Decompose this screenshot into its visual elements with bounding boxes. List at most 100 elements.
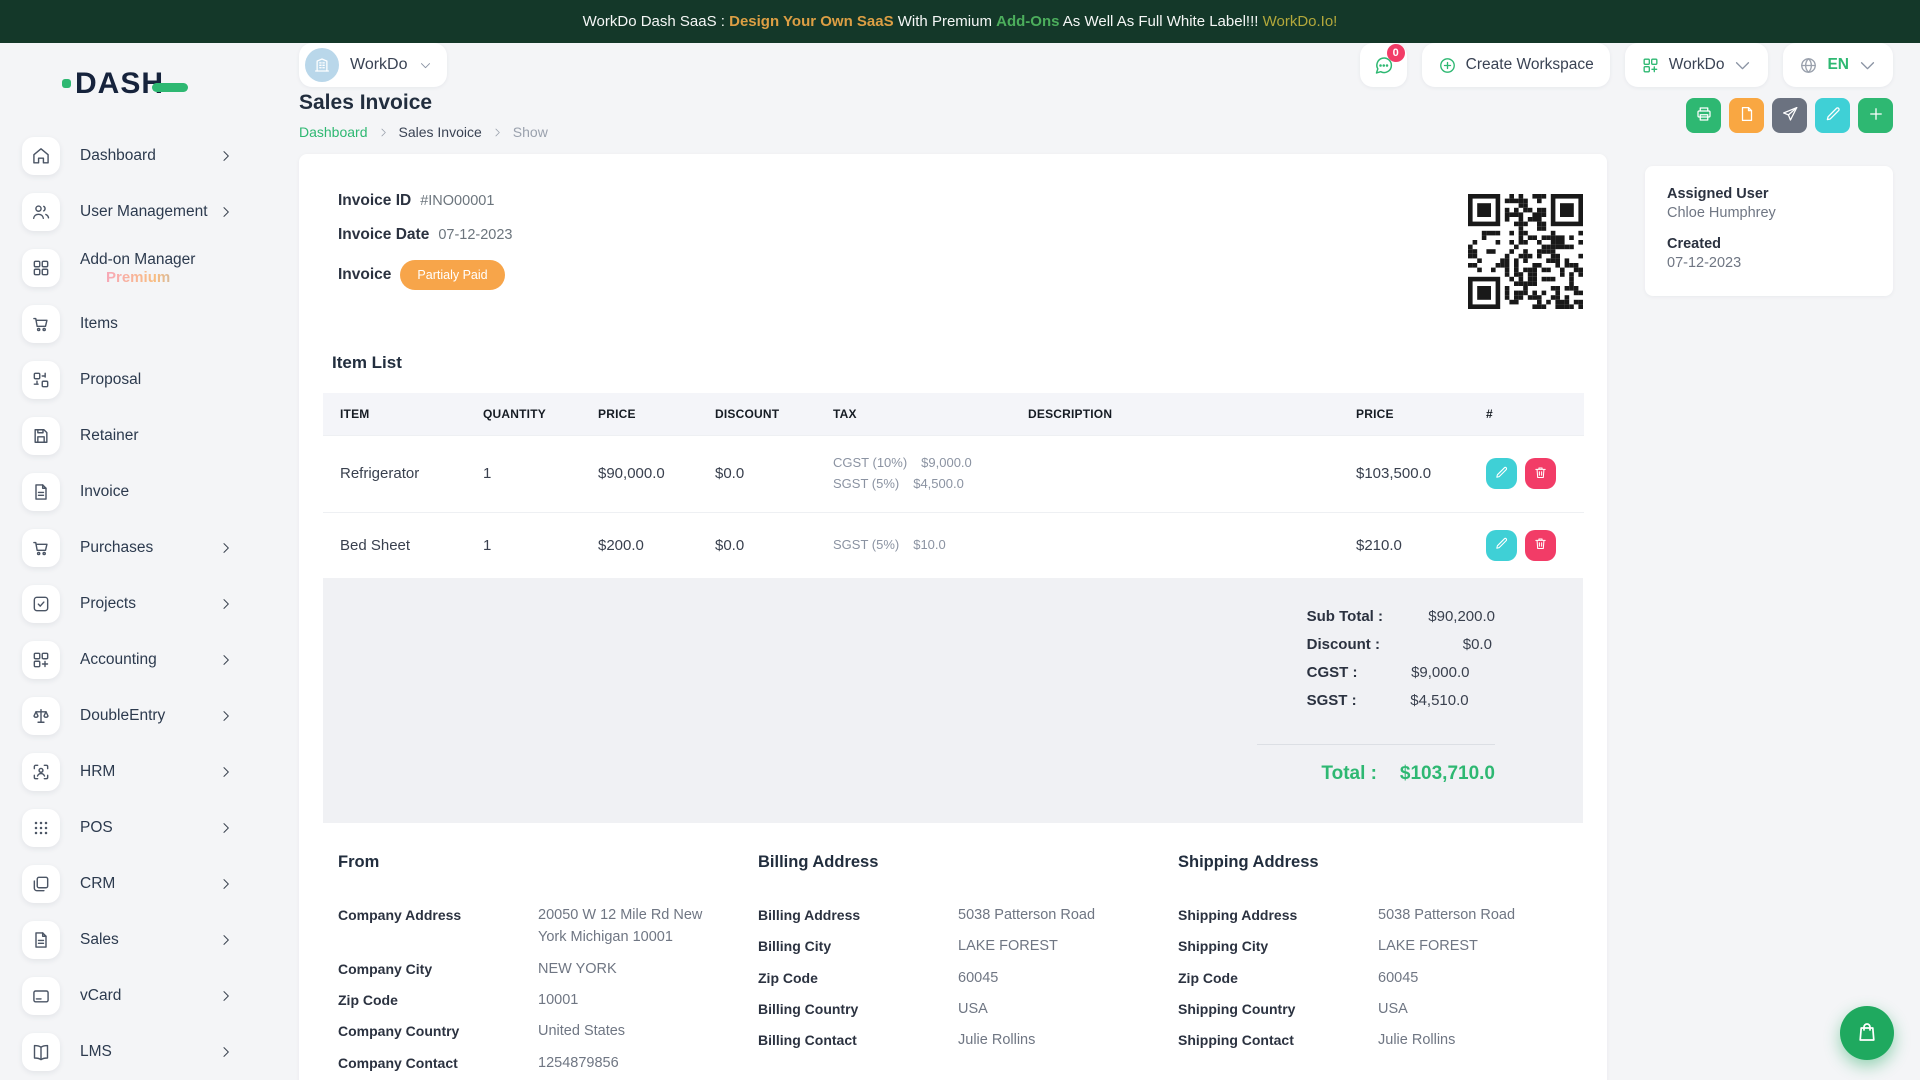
breadcrumb-item-sales-invoice[interactable]: Sales Invoice [399, 124, 482, 140]
address-row: Company Contact1254879856 [338, 1052, 728, 1074]
address-row: Company Address20050 W 12 Mile Rd New Yo… [338, 904, 728, 949]
topbar: WorkDo 0 Create Workspace WorkDo [299, 43, 1893, 87]
sidebar-item-label: POS [80, 819, 113, 837]
language-label: EN [1827, 56, 1849, 74]
send-button[interactable] [1772, 98, 1807, 133]
totals-row-discount: Discount :$0.0 [1307, 636, 1495, 653]
sidebar-item-lms[interactable]: LMS [0, 1024, 283, 1080]
created-value: 07-12-2023 [1667, 255, 1871, 271]
column-header-price: PRICE [581, 393, 698, 436]
item-row-bed-sheet: Bed Sheet1$200.0$0.0SGST (5%)$10.0$210.0 [323, 512, 1584, 578]
sidebar-item-hrm[interactable]: HRM [0, 744, 283, 800]
sidebar-item-label: Purchases [80, 539, 153, 557]
column-header-item: ITEM [323, 393, 466, 436]
sidebar-item-doubleentry[interactable]: DoubleEntry [0, 688, 283, 744]
item-quantity: 1 [466, 436, 581, 513]
sidebar-item-purchases[interactable]: Purchases [0, 520, 283, 576]
create-workspace-button[interactable]: Create Workspace [1422, 43, 1610, 87]
floating-cart-button[interactable] [1840, 1006, 1894, 1060]
download-document-button[interactable] [1729, 98, 1764, 133]
row-delete-button[interactable] [1525, 458, 1556, 489]
shopping-bag-icon [1855, 1020, 1879, 1047]
sidebar-item-label: vCard [80, 987, 121, 1005]
row-delete-button[interactable] [1525, 530, 1556, 561]
banner-segment: Add-Ons [996, 13, 1059, 30]
print-button[interactable] [1686, 98, 1721, 133]
address-row: Billing CountryUSA [758, 998, 1148, 1020]
totals-row-sub-total: Sub Total :$90,200.0 [1307, 608, 1495, 625]
edit-button[interactable] [1815, 98, 1850, 133]
invoice-id-label: Invoice ID [338, 192, 411, 210]
cart-icon [22, 305, 60, 343]
sidebar-item-label: Projects [80, 595, 136, 613]
item-list-title: Item List [332, 353, 1583, 373]
pencil-icon [1494, 465, 1509, 483]
workspace-dropdown[interactable]: WorkDo [1625, 43, 1769, 87]
add-payment-button[interactable] [1858, 98, 1893, 133]
address-section-title: From [338, 853, 728, 872]
invoice-info-panel: Assigned User Chloe Humphrey Created 07-… [1645, 166, 1893, 296]
sidebar-item-add-on-manager[interactable]: Add-on ManagerPremium [0, 240, 283, 296]
sidebar-item-projects[interactable]: Projects [0, 576, 283, 632]
tax-line: CGST (10%)$9,000.0 [833, 453, 994, 474]
sidebar-item-sales[interactable]: Sales [0, 912, 283, 968]
address-section-shipping-address: Shipping AddressShipping Address5038 Pat… [1163, 853, 1583, 1080]
sidebar-item-crm[interactable]: CRM [0, 856, 283, 912]
column-header-price: PRICE [1339, 393, 1469, 436]
breadcrumb-item-show: Show [513, 124, 548, 140]
chevron-right-icon [219, 205, 233, 219]
messages-badge: 0 [1387, 44, 1405, 62]
address-row: Shipping CountryUSA [1178, 998, 1568, 1020]
sidebar-item-label: Proposal [80, 371, 141, 389]
address-row: Billing ContactJulie Rollins [758, 1029, 1148, 1051]
sidebar-item-retainer[interactable]: Retainer [0, 408, 283, 464]
totals-rows: Sub Total :$90,200.0Discount :$0.0CGST :… [1307, 608, 1495, 720]
row-edit-button[interactable] [1486, 530, 1517, 561]
address-row: Billing CityLAKE FOREST [758, 935, 1148, 957]
app-logo[interactable]: DASH [62, 63, 283, 104]
sidebar-item-user-management[interactable]: User Management [0, 184, 283, 240]
frame-icon [22, 865, 60, 903]
page-title: Sales Invoice [299, 91, 548, 115]
invoice-meta: Invoice ID #INO00001 Invoice Date 07-12-… [323, 180, 512, 290]
chevron-right-icon [219, 821, 233, 835]
chevron-down-icon [1733, 56, 1752, 75]
premium-badge: Premium [106, 269, 195, 286]
language-dropdown[interactable]: EN [1783, 43, 1893, 87]
logo-dash-icon [152, 83, 188, 92]
chevron-right-icon [219, 933, 233, 947]
sidebar-item-vcard[interactable]: vCard [0, 968, 283, 1024]
workspace-name: WorkDo [350, 56, 408, 74]
action-buttons [1686, 98, 1893, 133]
sidebar-item-invoice[interactable]: Invoice [0, 464, 283, 520]
sidebar-item-label: CRM [80, 875, 115, 893]
sidebar-item-proposal[interactable]: Proposal [0, 352, 283, 408]
workspace-selector[interactable]: WorkDo [299, 43, 447, 87]
address-row: Company CountryUnited States [338, 1020, 728, 1042]
grid-plus-icon [22, 641, 60, 679]
breadcrumb-item-dashboard[interactable]: Dashboard [299, 124, 368, 140]
column-header-discount: DISCOUNT [698, 393, 816, 436]
item-discount: $0.0 [698, 436, 816, 513]
address-row: Company CityNEW YORK [338, 958, 728, 980]
item-total: $103,500.0 [1339, 436, 1469, 513]
messages-button[interactable]: 0 [1360, 43, 1407, 87]
chevron-right-icon [219, 709, 233, 723]
sidebar-item-dashboard[interactable]: Dashboard [0, 128, 283, 184]
chevron-down-icon [419, 59, 432, 72]
sidebar-item-pos[interactable]: POS [0, 800, 283, 856]
item-name: Refrigerator [323, 436, 466, 513]
main-area: WorkDo 0 Create Workspace WorkDo [283, 43, 1920, 1080]
item-price: $90,000.0 [581, 436, 698, 513]
check-square-icon [22, 585, 60, 623]
sidebar-item-accounting[interactable]: Accounting [0, 632, 283, 688]
chevron-right-icon [219, 541, 233, 555]
item-quantity: 1 [466, 512, 581, 578]
address-row: Shipping ContactJulie Rollins [1178, 1029, 1568, 1051]
qr-code [1468, 194, 1583, 309]
grand-total-label: Total : [1321, 763, 1377, 785]
tax-line: SGST (5%)$10.0 [833, 535, 994, 556]
sidebar-item-items[interactable]: Items [0, 296, 283, 352]
grand-total-row: Total : $103,710.0 [1257, 744, 1495, 785]
row-edit-button[interactable] [1486, 458, 1517, 489]
